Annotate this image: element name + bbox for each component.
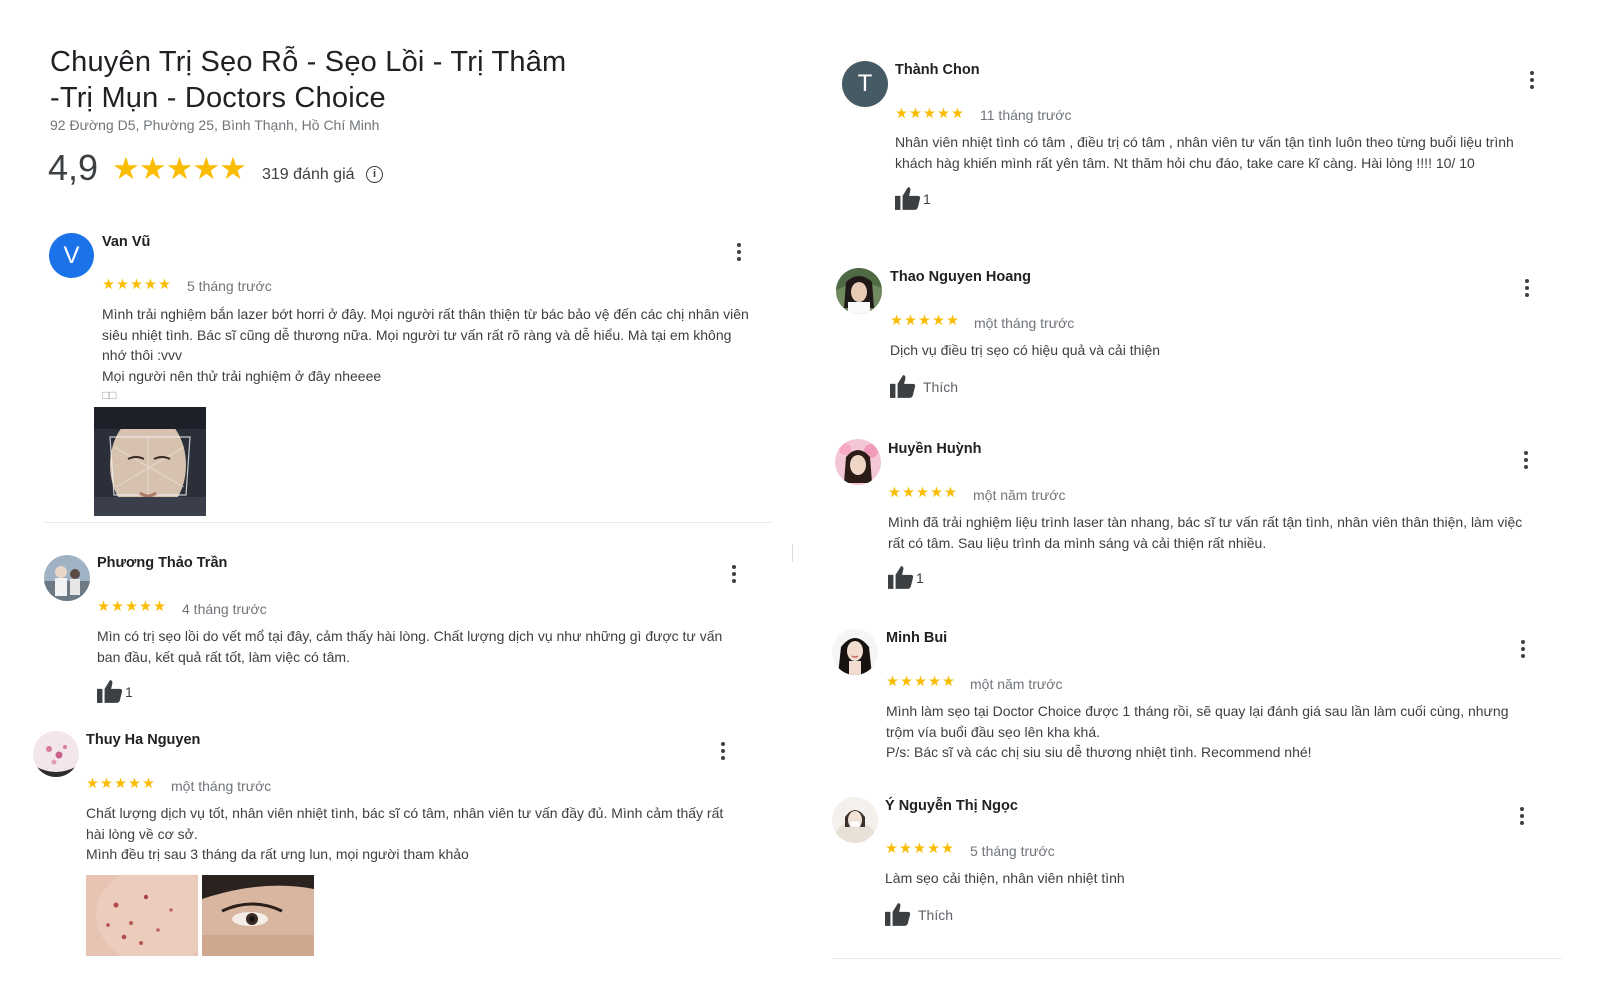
review-text: Nhân viên nhiệt tình có tâm , điều trị c… — [895, 132, 1514, 173]
like-label: Thích — [923, 379, 959, 395]
like-label: Thích — [918, 907, 954, 923]
overall-stars: ★★★★★ — [112, 151, 247, 186]
review-text-line: Mìn có trị sẹo lồi do vết mổ tại đây, cả… — [97, 628, 723, 644]
review-text-line: Chất lượng dịch vụ tốt, nhân viên nhiệt … — [86, 805, 724, 821]
more-options-icon[interactable] — [731, 565, 737, 585]
thumbs-up-icon — [888, 566, 914, 589]
review-text-line: P/s: Bác sĩ và các chị siu siu dễ thương… — [886, 744, 1312, 760]
review-text-line: ban đầu, kết quả rất tốt, làm việc có tâ… — [97, 648, 350, 665]
thumbs-up-icon — [97, 680, 123, 703]
avatar[interactable] — [44, 555, 90, 601]
review-stars: ★★★★★ — [890, 313, 960, 329]
more-options-icon[interactable] — [1529, 71, 1535, 91]
review-stars: ★★★★★ — [888, 485, 958, 501]
review-photo[interactable] — [202, 875, 314, 956]
review-stars: ★★★★★ — [885, 841, 955, 857]
business-address: 92 Đường D5, Phường 25, Bình Thạnh, Hồ C… — [50, 117, 380, 133]
thumbs-up-icon — [895, 187, 921, 210]
title-line-2: -Trị Mụn - Doctors Choice — [50, 82, 386, 114]
review-text-line: hài lòng về cơ sở. — [86, 825, 198, 842]
business-title: Chuyên Trị Sẹo Rỗ - Sẹo Lồi - Trị Thâm -… — [50, 44, 650, 116]
review-text-line: Nhân viên nhiệt tình có tâm , điều trị c… — [895, 134, 1514, 150]
like-count: 1 — [125, 684, 133, 700]
review-text-line: Mình đều trị sau 3 tháng da rất ưng lun,… — [86, 846, 469, 862]
review-text-line: □□ — [102, 388, 117, 402]
avatar[interactable]: V — [49, 233, 94, 278]
review-time: một tháng trước — [171, 778, 272, 794]
reviewer-name[interactable]: Ý Nguyễn Thị Ngọc — [885, 798, 1018, 814]
reviewer-name[interactable]: Huyền Huỳnh — [888, 441, 981, 457]
review-stars: ★★★★★ — [886, 674, 956, 690]
more-options-icon[interactable] — [1520, 640, 1526, 660]
avatar[interactable] — [836, 268, 882, 314]
reviewer-name[interactable]: Thuy Ha Nguyen — [86, 732, 200, 748]
review-text-line: siêu nhiệt tình. Bác sĩ cũng dễ thương n… — [102, 326, 732, 343]
review-time: một năm trước — [970, 676, 1063, 692]
avatar[interactable] — [832, 629, 878, 675]
review-text: Chất lượng dịch vụ tốt, nhân viên nhiệt … — [86, 803, 723, 865]
title-line-1: Chuyên Trị Sẹo Rỗ - Sẹo Lồi - Trị Thâm — [50, 46, 567, 78]
reviewer-name[interactable]: Van Vũ — [102, 234, 150, 250]
review-text: Mìn có trị sẹo lồi do vết mổ tại đây, cả… — [97, 626, 722, 667]
overall-rating: 4,9 — [48, 147, 99, 188]
review-text: Làm sẹo cải thiện, nhân viên nhiệt tình — [885, 868, 1125, 889]
review-time: 5 tháng trước — [187, 278, 272, 294]
review-divider — [44, 522, 772, 523]
reviewer-name[interactable]: Phương Thảo Trần — [97, 555, 227, 571]
reviewer-name[interactable]: Thao Nguyen Hoang — [890, 269, 1031, 285]
review-text-line: khách hàg khiến mình rất yên tâm. Nt thă… — [895, 154, 1475, 171]
reviewer-name[interactable]: Minh Bui — [886, 630, 947, 646]
like-count: 1 — [916, 570, 924, 586]
thumbs-up-icon — [890, 375, 916, 398]
thumbs-up-icon — [885, 903, 911, 926]
review-stars: ★★★★★ — [102, 277, 172, 293]
more-options-icon[interactable] — [1523, 451, 1529, 471]
review-text-line: nhớ thôi :vvv — [102, 347, 182, 363]
review-count[interactable]: 319 đánh giá — [262, 166, 355, 184]
review-text-line: trộm vía buổi đầu sẹo lên kha khá. — [886, 723, 1101, 740]
review-text-line: rất có tâm. Sau liệu trình da mình sáng … — [888, 534, 1267, 551]
review-text: Mình trải nghiệm bắn lazer bớt horri ở đ… — [102, 304, 749, 404]
more-options-icon[interactable] — [720, 742, 726, 762]
more-options-icon[interactable] — [1519, 807, 1525, 827]
more-options-icon[interactable] — [736, 243, 742, 263]
review-photo[interactable] — [94, 407, 206, 516]
avatar[interactable] — [832, 797, 878, 843]
review-divider — [832, 958, 1562, 959]
avatar[interactable]: T — [842, 61, 888, 107]
review-text-line: Mình trải nghiệm bắn lazer bớt horri ở đ… — [102, 306, 749, 322]
review-time: 4 tháng trước — [182, 601, 267, 617]
like-count: 1 — [923, 191, 931, 207]
avatar[interactable] — [835, 439, 881, 485]
avatar[interactable] — [33, 731, 79, 777]
review-photo[interactable] — [86, 875, 198, 956]
column-separator — [792, 544, 793, 562]
info-icon[interactable]: i — [366, 166, 383, 183]
more-options-icon[interactable] — [1524, 279, 1530, 299]
review-text-line: Mình làm sẹo tại Doctor Choice được 1 th… — [886, 703, 1509, 719]
review-text: Mình làm sẹo tại Doctor Choice được 1 th… — [886, 701, 1509, 763]
review-text-line: Mọi người nên thử trải nghiệm ở đây nhee… — [102, 367, 382, 384]
review-text: Mình đã trải nghiệm liệu trình laser tàn… — [888, 512, 1522, 553]
review-text-line: Làm sẹo cải thiện, nhân viên nhiệt tình — [885, 870, 1125, 886]
review-time: 11 tháng trước — [980, 107, 1072, 123]
review-time: 5 tháng trước — [970, 843, 1055, 859]
review-stars: ★★★★★ — [97, 599, 167, 615]
review-text-line: Dịch vụ điều trị sẹo có hiệu quả và cải … — [890, 342, 1161, 358]
review-text-line: Mình đã trải nghiệm liệu trình laser tàn… — [888, 514, 1523, 530]
reviewer-name[interactable]: Thành Chon — [895, 62, 980, 78]
review-text: Dịch vụ điều trị sẹo có hiệu quả và cải … — [890, 340, 1160, 361]
review-time: một tháng trước — [974, 315, 1075, 331]
review-time: một năm trước — [973, 487, 1066, 503]
review-stars: ★★★★★ — [895, 106, 965, 122]
review-stars: ★★★★★ — [86, 776, 156, 792]
